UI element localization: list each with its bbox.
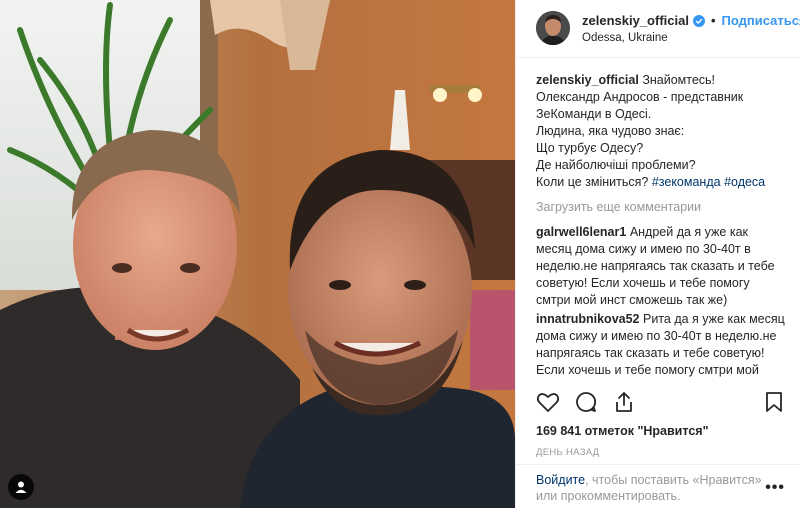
caption-username[interactable]: zelenskiy_official — [536, 73, 639, 87]
user-tag-icon[interactable] — [8, 474, 34, 500]
login-link[interactable]: Войдите — [536, 473, 585, 487]
more-options-button[interactable]: ••• — [765, 479, 785, 497]
comment-username[interactable]: innatrubnikova52 — [536, 312, 640, 326]
hashtag-link[interactable]: #одеса — [724, 175, 765, 189]
login-prompt: Войдите, чтобы поставить «Нравится» или … — [536, 472, 768, 504]
action-bar — [536, 390, 786, 416]
caption-text: Знайомтесь! Олександр Андросов - предста… — [536, 73, 744, 189]
comment-item: innatrubnikova52 Рита да я уже как месяц… — [536, 311, 786, 380]
post-timestamp[interactable]: ДЕНЬ НАЗАД — [536, 447, 599, 458]
comments-list[interactable]: zelenskiy_official Знайомтесь! Олександр… — [536, 72, 786, 380]
post-caption: zelenskiy_official Знайомтесь! Олександр… — [536, 72, 786, 191]
comment-username[interactable]: galrwell6lenar1 — [536, 225, 626, 239]
avatar[interactable] — [536, 11, 570, 45]
heart-icon[interactable] — [536, 390, 560, 414]
verified-badge-icon — [692, 14, 705, 27]
separator-dot: • — [710, 13, 716, 28]
comment-login-footer: Войдите, чтобы поставить «Нравится» или … — [516, 464, 800, 508]
photo-image — [0, 0, 515, 508]
post-side-panel: zelenskiy_official • Подписаться Odessa,… — [515, 0, 800, 508]
location-link[interactable]: Odessa, Ukraine — [582, 32, 668, 44]
post-header: zelenskiy_official • Подписаться Odessa,… — [516, 0, 800, 58]
bookmark-icon[interactable] — [762, 390, 786, 414]
share-icon[interactable] — [612, 390, 636, 414]
comment-item: galrwell6lenar1 Андрей да я уже как меся… — [536, 224, 786, 309]
likes-count[interactable]: 169 841 отметок "Нравится" — [536, 424, 709, 438]
post-photo[interactable] — [0, 0, 515, 508]
load-more-comments-button[interactable]: Загрузить еще комментарии — [536, 199, 786, 216]
header-username[interactable]: zelenskiy_official — [582, 13, 689, 28]
follow-button[interactable]: Подписаться — [722, 13, 800, 28]
comment-icon[interactable] — [574, 390, 598, 414]
hashtag-link[interactable]: #зекоманда — [652, 175, 721, 189]
